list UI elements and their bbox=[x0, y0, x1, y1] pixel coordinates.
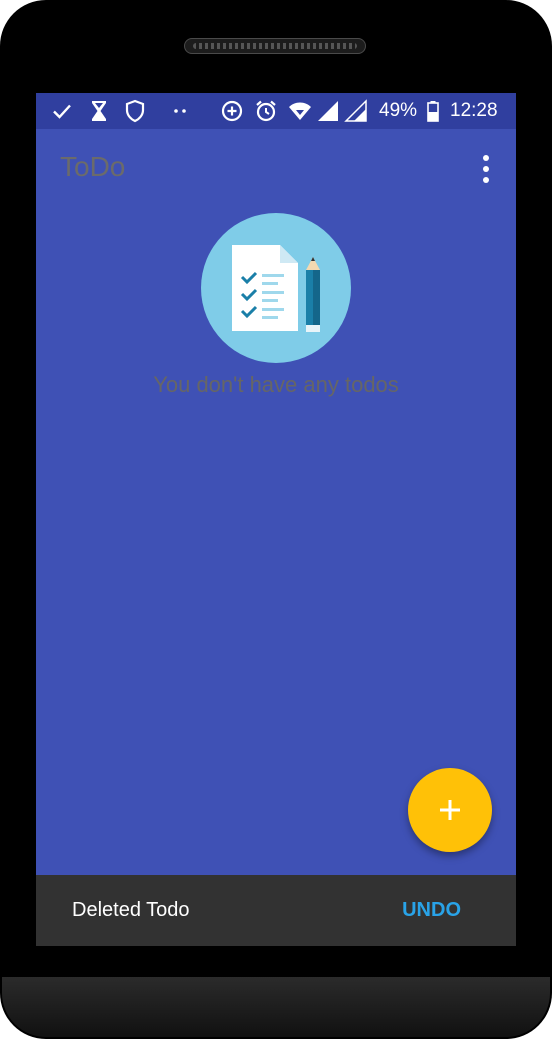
battery-icon bbox=[427, 101, 439, 122]
empty-state-message: You don't have any todos bbox=[153, 372, 399, 397]
status-bar: 49% 12:28 bbox=[36, 93, 516, 129]
plus-icon bbox=[440, 800, 460, 820]
phone-bottom-bezel bbox=[2, 977, 550, 1037]
clock: 12:28 bbox=[450, 100, 498, 121]
battery-percentage: 49% bbox=[379, 100, 418, 121]
more-vert-icon[interactable] bbox=[474, 153, 498, 185]
alarm-icon bbox=[256, 100, 276, 122]
signal-2-icon bbox=[344, 99, 367, 122]
signal-icon bbox=[318, 101, 338, 121]
checklist-pencil-icon bbox=[201, 213, 351, 363]
wifi-icon bbox=[289, 102, 311, 120]
shield-icon bbox=[125, 99, 145, 123]
speaker-grille bbox=[184, 38, 366, 54]
undo-button[interactable]: UNDO bbox=[402, 899, 461, 922]
app-screen: 49% 12:28 ToDo You don't have any todos … bbox=[36, 93, 516, 946]
app-toolbar: ToDo bbox=[36, 129, 516, 205]
app-title: ToDo bbox=[60, 151, 126, 182]
hourglass-icon bbox=[92, 101, 106, 121]
snackbar: Deleted Todo UNDO bbox=[36, 875, 516, 946]
data-saver-icon bbox=[221, 100, 243, 122]
more-notifications-icon bbox=[174, 109, 186, 113]
add-todo-button[interactable] bbox=[408, 768, 492, 852]
phone-frame: 49% 12:28 ToDo You don't have any todos … bbox=[0, 0, 552, 1039]
snackbar-message: Deleted Todo bbox=[72, 899, 190, 921]
check-icon bbox=[53, 104, 71, 119]
